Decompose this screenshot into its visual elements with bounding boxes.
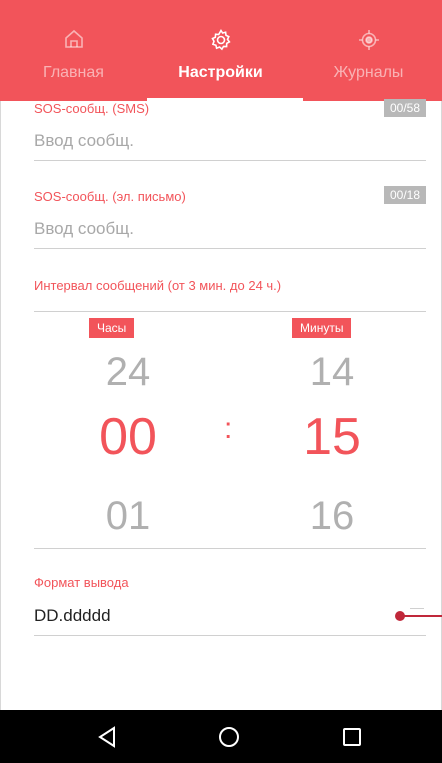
system-nav-bar	[0, 710, 442, 763]
time-separator: :	[224, 412, 233, 445]
back-triangle-icon[interactable]	[94, 724, 122, 750]
tab-logs[interactable]: Журналы	[295, 0, 442, 101]
sos-sms-label: SOS-сообщ. (SMS)	[34, 101, 150, 116]
tab-settings[interactable]: Настройки	[147, 0, 294, 101]
locate-icon	[357, 28, 381, 57]
format-label: Формат вывода	[34, 575, 129, 590]
sos-email-counter: 00/18	[383, 186, 426, 204]
hours-next[interactable]: 01	[73, 494, 183, 539]
sos-email-label: SOS-сообщ. (эл. письмо)	[34, 189, 186, 204]
sos-sms-input[interactable]: Ввод сообщ.	[34, 131, 134, 151]
minutes-prev[interactable]: 14	[277, 350, 387, 395]
sos-sms-counter: 00/58	[383, 99, 426, 117]
interval-divider-bottom	[34, 548, 426, 549]
minutes-selected[interactable]: 15	[277, 407, 387, 467]
gear-icon	[209, 28, 233, 57]
minutes-badge: Минуты	[292, 318, 352, 338]
tab-logs-label: Журналы	[333, 64, 404, 81]
interval-label: Интервал сообщений (от 3 мин. до 24 ч.)	[34, 278, 282, 293]
home-circle-icon[interactable]	[215, 724, 243, 750]
hours-selected[interactable]: 00	[73, 407, 183, 467]
format-slider-thumb[interactable]	[395, 611, 405, 621]
sos-email-underline	[34, 248, 426, 249]
hours-prev[interactable]: 24	[73, 350, 183, 395]
minutes-next[interactable]: 16	[277, 494, 387, 539]
format-value[interactable]: DD.ddddd	[34, 606, 111, 626]
format-underline	[34, 635, 426, 636]
sos-email-field: SOS-сообщ. (эл. письмо) 00/18 Ввод сообщ…	[34, 180, 426, 250]
recents-square-icon[interactable]	[338, 724, 366, 750]
tab-home[interactable]: Главная	[0, 0, 147, 101]
sos-email-input[interactable]: Ввод сообщ.	[34, 219, 134, 239]
tab-settings-label: Настройки	[178, 64, 263, 81]
tab-home-label: Главная	[43, 64, 104, 81]
hours-badge: Часы	[89, 318, 135, 338]
sos-sms-field: SOS-сообщ. (SMS) 00/58 Ввод сообщ.	[34, 93, 426, 163]
format-slider-rest	[410, 608, 424, 609]
top-tab-bar: Главная Настройки Журналы	[0, 0, 442, 101]
sos-sms-underline	[34, 160, 426, 161]
interval-divider-top	[34, 311, 426, 312]
home-icon	[63, 28, 85, 55]
format-slider-track[interactable]	[400, 615, 442, 617]
